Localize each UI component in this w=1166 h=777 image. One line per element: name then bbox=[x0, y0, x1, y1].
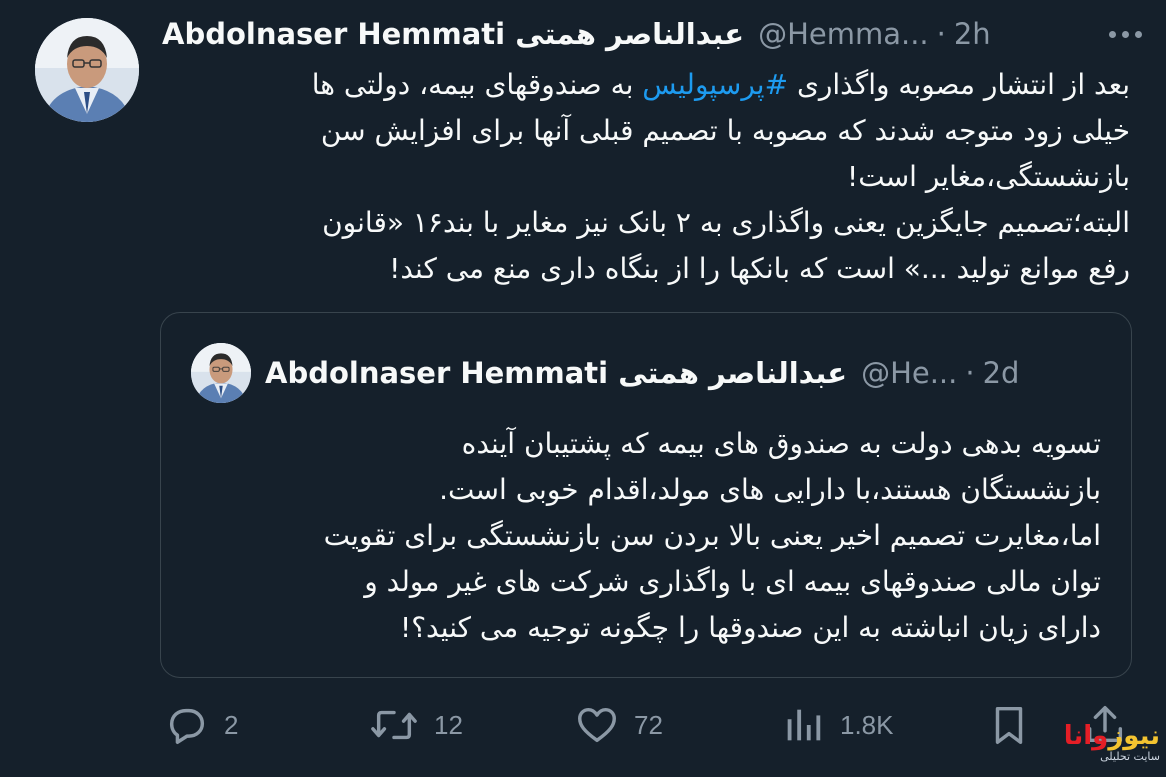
author-avatar[interactable] bbox=[35, 18, 139, 122]
watermark-subtitle: سایت تحلیلی bbox=[1100, 750, 1160, 763]
quoted-tweet-header: Abdolnaser Hemmati عبدالناصر همتی @He...… bbox=[265, 353, 1019, 393]
quoted-author-handle[interactable]: @He... bbox=[861, 356, 957, 390]
tweet-header: Abdolnaser Hemmati عبدالناصر همتی @Hemma… bbox=[162, 14, 1142, 54]
separator-dot: · bbox=[965, 356, 975, 390]
quoted-tweet-body: تسویه بدهی دولت به صندوق های بیمه که پشت… bbox=[191, 421, 1101, 651]
reply-count: 2 bbox=[224, 709, 239, 740]
tweet-text: به صندوقهای بیمه، دولتی ها bbox=[311, 68, 643, 101]
quoted-author-name[interactable]: Abdolnaser Hemmati عبدالناصر همتی bbox=[265, 356, 847, 390]
tweet-line: بازنشستگی،مغایر است! bbox=[846, 160, 1130, 193]
more-icon[interactable] bbox=[1092, 14, 1142, 54]
quoted-line: اما،مغایرت تصمیم اخیر یعنی بالا بردن سن … bbox=[323, 519, 1101, 552]
tweet-line: خیلی زود متوجه شدند که مصوبه با تصمیم قب… bbox=[320, 114, 1130, 147]
like-count: 72 bbox=[634, 709, 663, 740]
watermark-logo-text: نیوزوانا bbox=[1050, 722, 1160, 750]
tweet-time[interactable]: 2h bbox=[954, 17, 991, 51]
hashtag-link[interactable]: #پرسپولیس bbox=[642, 68, 788, 101]
reply-button[interactable]: 2 bbox=[164, 700, 238, 750]
quoted-line: بازنشستگان هستند،با دارایی های مولد،اقدا… bbox=[439, 473, 1101, 506]
author-name[interactable]: Abdolnaser Hemmati عبدالناصر همتی bbox=[162, 17, 744, 51]
quoted-tweet[interactable]: Abdolnaser Hemmati عبدالناصر همتی @He...… bbox=[160, 312, 1132, 678]
quoted-author-avatar[interactable] bbox=[191, 343, 251, 403]
views-count: 1.8K bbox=[840, 709, 894, 740]
retweet-count: 12 bbox=[434, 709, 463, 740]
watermark-accent: نیوز bbox=[1108, 721, 1160, 751]
tweet-line: بعد از انتشار مصوبه واگذاری #پرسپولیس به… bbox=[168, 62, 1130, 108]
like-button[interactable]: 72 bbox=[574, 700, 663, 750]
bookmark-button[interactable] bbox=[986, 700, 1046, 750]
watermark-main: وانا bbox=[1063, 721, 1109, 751]
views-button[interactable]: 1.8K bbox=[780, 700, 894, 750]
author-handle[interactable]: @Hemma... bbox=[758, 17, 929, 51]
quoted-line: دارای زیان انباشته به این صندوقها را چگو… bbox=[399, 611, 1101, 644]
tweet-text: بعد از انتشار مصوبه واگذاری bbox=[788, 68, 1130, 101]
quoted-line: تسویه بدهی دولت به صندوق های بیمه که پشت… bbox=[461, 427, 1101, 460]
reply-icon bbox=[169, 708, 205, 744]
retweet-icon bbox=[371, 710, 417, 740]
tweet-line: البته؛تصمیم جایگزین یعنی واگذاری به ۲ با… bbox=[322, 206, 1130, 239]
tweet: Abdolnaser Hemmati عبدالناصر همتی @Hemma… bbox=[0, 0, 1166, 777]
heart-icon bbox=[578, 707, 616, 743]
quoted-line: توان مالی صندوقهای بیمه ای با واگذاری شر… bbox=[364, 565, 1101, 598]
watermark-logo: نیوزوانا سایت تحلیلی bbox=[1050, 722, 1160, 770]
action-bar: 2 12 72 1.8K bbox=[160, 700, 1140, 750]
separator-dot: · bbox=[936, 17, 946, 51]
views-icon bbox=[787, 709, 821, 741]
bookmark-icon bbox=[995, 706, 1023, 744]
retweet-button[interactable]: 12 bbox=[368, 700, 463, 750]
tweet-body: بعد از انتشار مصوبه واگذاری #پرسپولیس به… bbox=[168, 62, 1130, 292]
tweet-line: رفع موانع تولید ...» است که بانکها را از… bbox=[389, 252, 1130, 285]
quoted-tweet-time[interactable]: 2d bbox=[983, 356, 1020, 390]
